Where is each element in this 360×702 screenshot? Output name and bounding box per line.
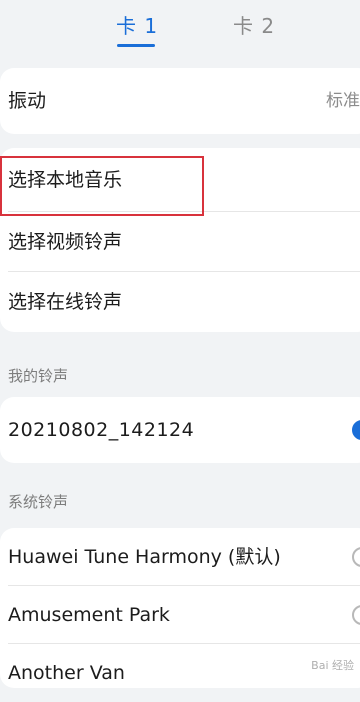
- watermark: Bai 经验: [311, 659, 354, 672]
- vibration-row[interactable]: 振动 标准: [0, 68, 360, 134]
- vibration-label: 振动: [8, 90, 47, 112]
- select-video-ringtone-label: 选择视频铃声: [8, 231, 123, 253]
- tab-card-2[interactable]: 卡 2: [233, 12, 275, 40]
- tab-active-indicator: [117, 44, 155, 47]
- ringtone-name: Another Van: [8, 662, 125, 684]
- select-video-ringtone-item[interactable]: 选择视频铃声: [0, 212, 360, 272]
- ringtone-name: Amusement Park: [8, 604, 170, 626]
- sim-card-tabs: 卡 1 卡 2: [0, 0, 360, 62]
- vibration-value: 标准: [326, 91, 360, 111]
- select-online-ringtone-label: 选择在线铃声: [8, 291, 123, 313]
- radio-selected-icon[interactable]: [352, 420, 360, 440]
- list-item[interactable]: Huawei Tune Harmony (默认): [0, 528, 360, 586]
- ringtone-name: Huawei Tune Harmony (默认): [8, 546, 281, 568]
- radio-unselected-icon[interactable]: [352, 547, 360, 567]
- radio-unselected-icon[interactable]: [352, 605, 360, 625]
- ringtone-name: 20210802_142124: [8, 419, 195, 441]
- list-item[interactable]: Another Van: [0, 644, 360, 702]
- system-ringtones-card: Huawei Tune Harmony (默认) Amusement Park …: [0, 528, 360, 688]
- system-ringtones-header: 系统铃声: [8, 493, 69, 511]
- tab-card-1[interactable]: 卡 1: [116, 12, 158, 40]
- highlight-box: [0, 156, 204, 216]
- list-item[interactable]: 20210802_142124: [0, 397, 360, 463]
- list-item[interactable]: Amusement Park: [0, 586, 360, 644]
- my-ringtones-header: 我的铃声: [8, 367, 69, 385]
- my-ringtones-card: 20210802_142124: [0, 397, 360, 463]
- select-online-ringtone-item[interactable]: 选择在线铃声: [0, 272, 360, 332]
- vibration-card: 振动 标准: [0, 68, 360, 134]
